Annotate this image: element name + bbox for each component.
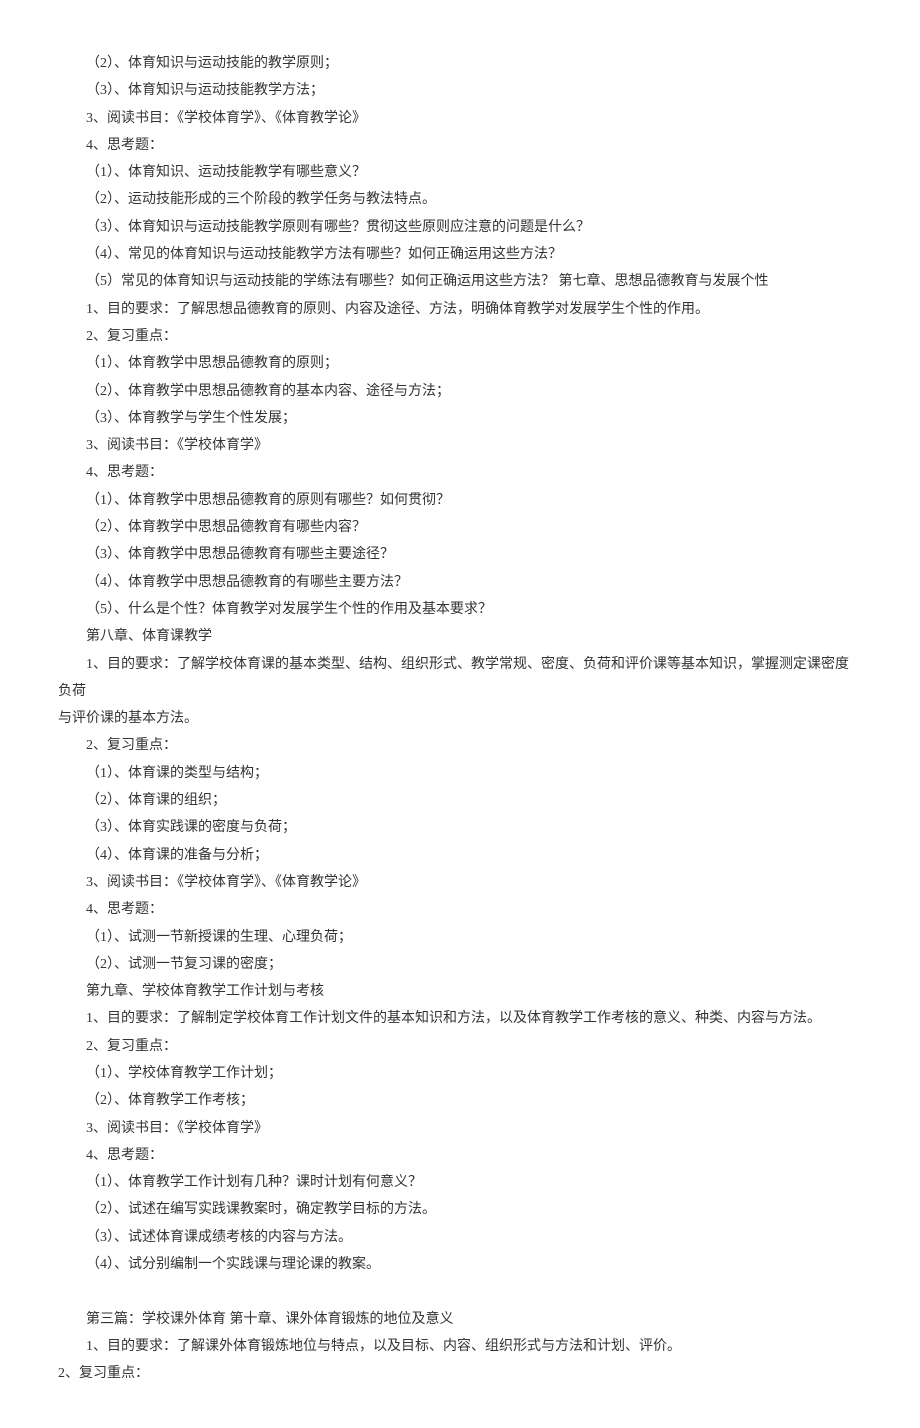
text-line: 第八章、体育课教学 bbox=[58, 623, 862, 650]
text-line: （1）、体育教学工作计划有几种？课时计划有何意义？ bbox=[58, 1169, 862, 1196]
text-line: （1）、学校体育教学工作计划； bbox=[58, 1060, 862, 1087]
text-line: （1）、体育教学中思想品德教育的原则； bbox=[58, 350, 862, 377]
text-line: 2、复习重点： bbox=[58, 323, 862, 350]
text-line: （2）、运动技能形成的三个阶段的教学任务与教法特点。 bbox=[58, 186, 862, 213]
text-line: 2、复习重点： bbox=[58, 1033, 862, 1060]
text-line: （2）、试述在编写实践课教案时，确定教学目标的方法。 bbox=[58, 1196, 862, 1223]
text-line: 4、思考题： bbox=[58, 132, 862, 159]
text-line: （5）常见的体育知识与运动技能的学练法有哪些？如何正确运用这些方法？ 第七章、思… bbox=[58, 268, 862, 295]
text-line: 4、思考题： bbox=[58, 896, 862, 923]
text-line: （4）、体育课的准备与分析； bbox=[58, 842, 862, 869]
text-line: （4）、常见的体育知识与运动技能教学方法有哪些？如何正确运用这些方法？ bbox=[58, 241, 862, 268]
text-line: （1）、体育知识、运动技能教学有哪些意义？ bbox=[58, 159, 862, 186]
text-line: 第三篇：学校课外体育 第十章、课外体育锻炼的地位及意义 bbox=[58, 1306, 862, 1333]
text-line: 4、思考题： bbox=[58, 459, 862, 486]
text-line: 与评价课的基本方法。 bbox=[58, 705, 862, 732]
text-line: 第九章、学校体育教学工作计划与考核 bbox=[58, 978, 862, 1005]
text-line: （1）、体育教学中思想品德教育的原则有哪些？如何贯彻？ bbox=[58, 487, 862, 514]
text-line: （3）、体育教学与学生个性发展； bbox=[58, 405, 862, 432]
text-line: （2）、试测一节复习课的密度； bbox=[58, 951, 862, 978]
text-line: （3）、体育教学中思想品德教育有哪些主要途径？ bbox=[58, 541, 862, 568]
text-line: （4）、体育教学中思想品德教育的有哪些主要方法？ bbox=[58, 569, 862, 596]
text-line: 1、目的要求：了解思想品德教育的原则、内容及途径、方法，明确体育教学对发展学生个… bbox=[58, 296, 862, 323]
text-line: 2、复习重点： bbox=[58, 1360, 862, 1387]
text-line: （4）、试分别编制一个实践课与理论课的教案。 bbox=[58, 1251, 862, 1278]
text-line: （2）、体育知识与运动技能的教学原则； bbox=[58, 50, 862, 77]
text-line: 1、目的要求：了解制定学校体育工作计划文件的基本知识和方法，以及体育教学工作考核… bbox=[58, 1005, 862, 1032]
text-line: （2）、体育教学工作考核； bbox=[58, 1087, 862, 1114]
text-line: （3）、体育知识与运动技能教学原则有哪些？贯彻这些原则应注意的问题是什么？ bbox=[58, 214, 862, 241]
text-line: 3、阅读书目：《学校体育学》 bbox=[58, 432, 862, 459]
text-line: （3）、体育实践课的密度与负荷； bbox=[58, 814, 862, 841]
text-line: 1、目的要求：了解课外体育锻炼地位与特点，以及目标、内容、组织形式与方法和计划、… bbox=[58, 1333, 862, 1360]
text-line: （5）、什么是个性？体育教学对发展学生个性的作用及基本要求？ bbox=[58, 596, 862, 623]
text-line: 3、阅读书目：《学校体育学》 bbox=[58, 1115, 862, 1142]
text-line: （3）、体育知识与运动技能教学方法； bbox=[58, 77, 862, 104]
text-line: 4、思考题： bbox=[58, 1142, 862, 1169]
text-line: （2）、体育教学中思想品德教育有哪些内容？ bbox=[58, 514, 862, 541]
text-line: （2）、体育课的组织； bbox=[58, 787, 862, 814]
text-line: （1）、试测一节新授课的生理、心理负荷； bbox=[58, 924, 862, 951]
text-line: 2、复习重点： bbox=[58, 732, 862, 759]
text-line: 3、阅读书目：《学校体育学》、《体育教学论》 bbox=[58, 105, 862, 132]
text-line: （2）、体育教学中思想品德教育的基本内容、途径与方法； bbox=[58, 378, 862, 405]
text-line: （1）、体育课的类型与结构； bbox=[58, 760, 862, 787]
text-line: 1、目的要求：了解学校体育课的基本类型、结构、组织形式、教学常规、密度、负荷和评… bbox=[58, 651, 862, 706]
text-line: 3、阅读书目：《学校体育学》、《体育教学论》 bbox=[58, 869, 862, 896]
text-line: （3）、试述体育课成绩考核的内容与方法。 bbox=[58, 1224, 862, 1251]
